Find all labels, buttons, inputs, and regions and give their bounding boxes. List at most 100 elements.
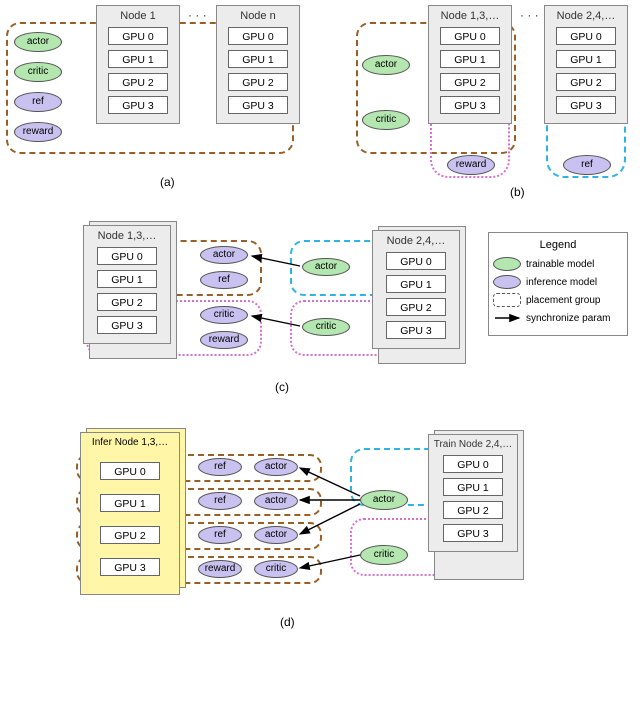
gpu-cell: GPU 3 (108, 96, 168, 114)
node-title: Node 1,3,… (88, 230, 166, 242)
ell-label: critic (376, 115, 397, 125)
gpu-cell: GPU 2 (386, 298, 446, 316)
gpu-cell: GPU 0 (440, 27, 500, 45)
actor-ellipse-inf: actor (200, 246, 248, 264)
gpu-cell: GPU 0 (556, 27, 616, 45)
ref-ellipse: ref (14, 92, 62, 112)
gpu-cell: GPU 3 (100, 558, 160, 576)
gpu-cell: GPU 3 (97, 316, 157, 334)
legend-label: trainable model (526, 259, 594, 270)
node-title: Node 2,4,… (549, 10, 623, 22)
gpu-cell: GPU 2 (228, 73, 288, 91)
actor-ellipse: actor (14, 32, 62, 52)
ref-ellipse: ref (198, 492, 242, 510)
panel-b-node2: Node 2,4,… GPU 0 GPU 1 GPU 2 GPU 3 (544, 5, 628, 124)
node-title: Node 2,4,… (377, 235, 455, 247)
legend-placement-icon (493, 293, 521, 307)
ref-ellipse: ref (198, 526, 242, 544)
ell-label: actor (315, 262, 337, 272)
ell-label: ref (214, 530, 226, 540)
gpu-cell: GPU 1 (97, 270, 157, 288)
gpu-cell: GPU 3 (443, 524, 503, 542)
gpu-cell: GPU 0 (386, 252, 446, 270)
legend-title: Legend (493, 239, 623, 251)
legend-trainable-icon (493, 257, 521, 271)
ell-label: ref (32, 97, 44, 107)
gpu-cell: GPU 2 (97, 293, 157, 311)
node-title: Train Node 2,4,… (433, 439, 513, 450)
ell-label: ref (218, 275, 230, 285)
reward-ellipse: reward (198, 560, 242, 578)
ell-label: ref (581, 160, 593, 170)
panel-b-caption: (b) (510, 185, 525, 199)
gpu-cell: GPU 1 (440, 50, 500, 68)
critic-ellipse-inf: critic (200, 306, 248, 324)
gpu-cell: GPU 2 (108, 73, 168, 91)
ref-ellipse: ref (198, 458, 242, 476)
legend-inference-icon (493, 275, 521, 289)
gpu-cell: GPU 0 (228, 27, 288, 45)
actor-ellipse: actor (362, 55, 410, 75)
actor-ellipse-train: actor (302, 258, 350, 276)
panel-c-caption: (c) (275, 380, 289, 394)
actor-ellipse-inf: actor (254, 492, 298, 510)
gpu-cell: GPU 2 (440, 73, 500, 91)
legend-row-sync: synchronize param (493, 311, 623, 325)
reward-ellipse: reward (447, 155, 495, 175)
ell-label: actor (375, 60, 397, 70)
ell-label: reward (209, 335, 240, 345)
legend-row-placement: placement group (493, 293, 623, 307)
gpu-cell: GPU 2 (556, 73, 616, 91)
ell-label: ref (214, 496, 226, 506)
gpu-cell: GPU 2 (100, 526, 160, 544)
gpu-cell: GPU 3 (386, 321, 446, 339)
node-title: Infer Node 1,3,… (85, 437, 175, 448)
gpu-cell: GPU 3 (556, 96, 616, 114)
gpu-cell: GPU 0 (443, 455, 503, 473)
panel-a-node-n: Node n GPU 0 GPU 1 GPU 2 GPU 3 (216, 5, 300, 124)
panel-a-node1: Node 1 GPU 0 GPU 1 GPU 2 GPU 3 (96, 5, 180, 124)
gpu-cell: GPU 1 (386, 275, 446, 293)
actor-ellipse-train: actor (360, 490, 408, 510)
critic-ellipse-inf: critic (254, 560, 298, 578)
gpu-cell: GPU 1 (556, 50, 616, 68)
ell-label: actor (265, 530, 287, 540)
node-title: Node 1 (101, 10, 175, 22)
critic-ellipse-train: critic (302, 318, 350, 336)
ellipsis: · · · (188, 8, 207, 22)
legend-row-inference: inference model (493, 275, 623, 289)
panel-d-infer-node: Infer Node 1,3,… GPU 0 GPU 1 GPU 2 GPU 3 (80, 432, 180, 595)
gpu-cell: GPU 0 (108, 27, 168, 45)
ell-label: critic (316, 322, 337, 332)
ell-label: critic (266, 564, 287, 574)
legend-arrow-icon (493, 311, 521, 325)
node-title: Node n (221, 10, 295, 22)
legend: Legend trainable model inference model p… (488, 232, 628, 336)
ell-label: critic (28, 67, 49, 77)
legend-row-trainable: trainable model (493, 257, 623, 271)
gpu-cell: GPU 0 (100, 462, 160, 480)
ell-label: ref (214, 462, 226, 472)
actor-ellipse-inf: actor (254, 458, 298, 476)
ellipsis: · · · (520, 8, 539, 22)
gpu-cell: GPU 0 (97, 247, 157, 265)
gpu-cell: GPU 1 (228, 50, 288, 68)
gpu-cell: GPU 1 (443, 478, 503, 496)
panel-c-node2: Node 2,4,… GPU 0 GPU 1 GPU 2 GPU 3 (372, 230, 460, 349)
gpu-cell: GPU 2 (443, 501, 503, 519)
critic-ellipse: critic (362, 110, 410, 130)
panel-d-train-node: Train Node 2,4,… GPU 0 GPU 1 GPU 2 GPU 3 (428, 434, 518, 552)
ell-label: reward (205, 564, 236, 574)
critic-ellipse: critic (14, 62, 62, 82)
ref-ellipse: ref (563, 155, 611, 175)
ell-label: reward (23, 127, 54, 137)
ell-label: actor (373, 495, 395, 505)
gpu-cell: GPU 3 (440, 96, 500, 114)
ell-label: reward (456, 160, 487, 170)
ell-label: actor (27, 37, 49, 47)
node-title: Node 1,3,… (433, 10, 507, 22)
actor-ellipse-inf: actor (254, 526, 298, 544)
panel-a-caption: (a) (160, 175, 175, 189)
panel-d-caption: (d) (280, 615, 295, 629)
legend-label: inference model (526, 277, 597, 288)
